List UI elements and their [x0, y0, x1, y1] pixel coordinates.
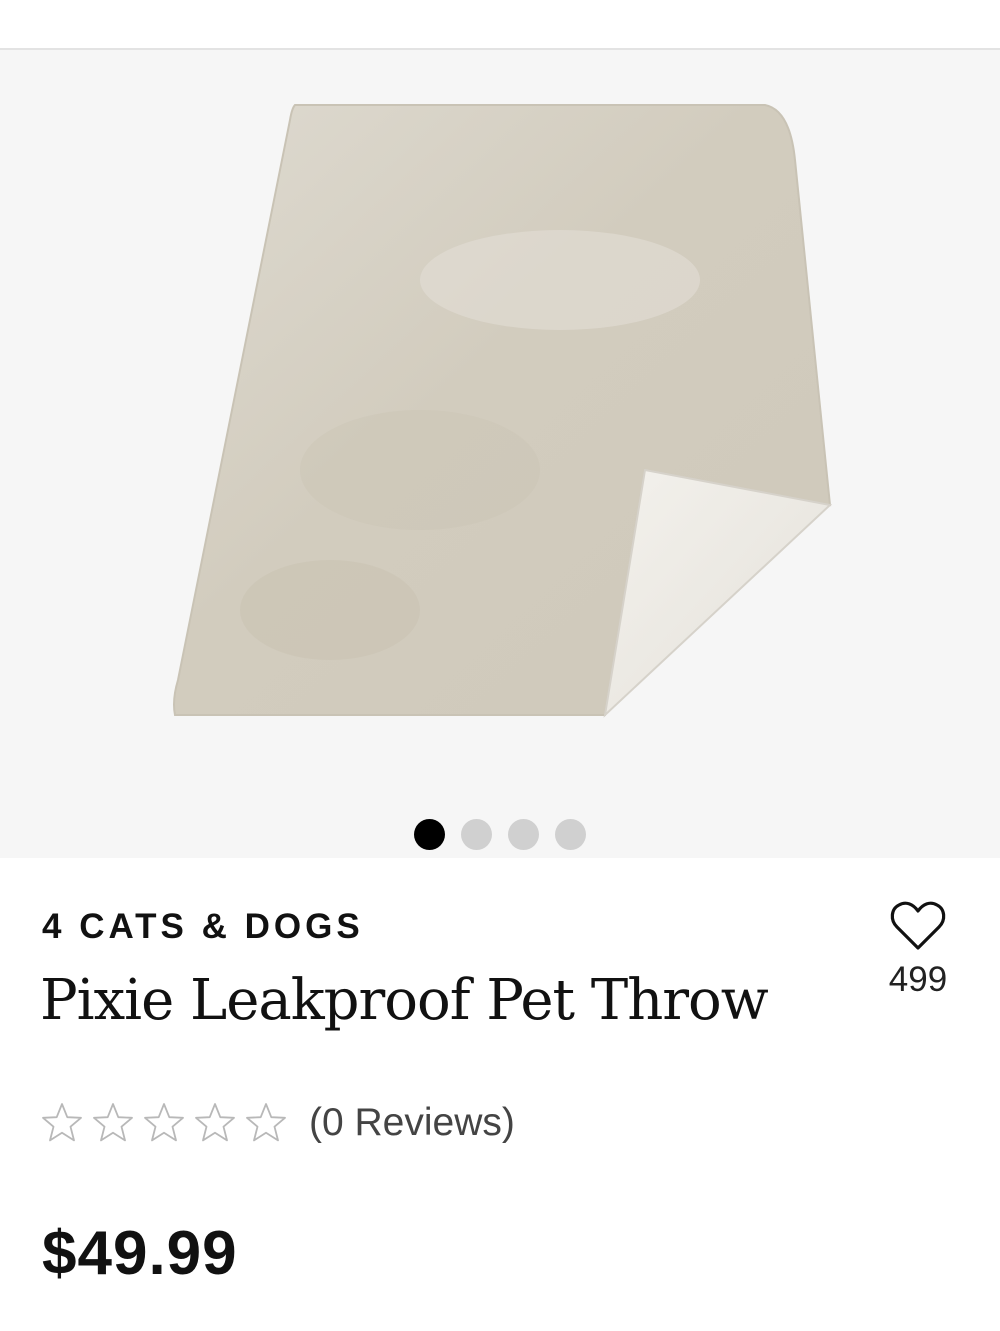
- star-outline-icon: [246, 1103, 286, 1142]
- star-outline-icon: [93, 1103, 133, 1142]
- brand-name[interactable]: 4 CATS & DOGS: [42, 907, 364, 947]
- reviews-link[interactable]: (0 Reviews): [309, 1101, 515, 1145]
- wishlist-button[interactable]: 499: [878, 900, 958, 1000]
- product-price: $49.99: [42, 1219, 238, 1288]
- carousel-dot-1[interactable]: [414, 818, 445, 850]
- product-image[interactable]: [0, 50, 1000, 858]
- star-rating: [40, 1101, 295, 1145]
- product-title: Pixie Leakproof Pet Throw: [40, 968, 769, 1033]
- product-image-gallery[interactable]: [0, 50, 1000, 858]
- rating-row[interactable]: (0 Reviews): [40, 1098, 515, 1148]
- carousel-dot-2[interactable]: [461, 818, 492, 850]
- carousel-dot-4[interactable]: [555, 818, 586, 850]
- star-outline-icon: [195, 1103, 235, 1142]
- heart-outline-icon[interactable]: [890, 900, 946, 952]
- wishlist-count: 499: [888, 960, 948, 999]
- carousel-dots: [0, 817, 1000, 851]
- top-bar: [0, 0, 1000, 50]
- star-outline-icon: [42, 1103, 82, 1142]
- carousel-dot-3[interactable]: [508, 818, 539, 850]
- star-outline-icon: [144, 1103, 184, 1142]
